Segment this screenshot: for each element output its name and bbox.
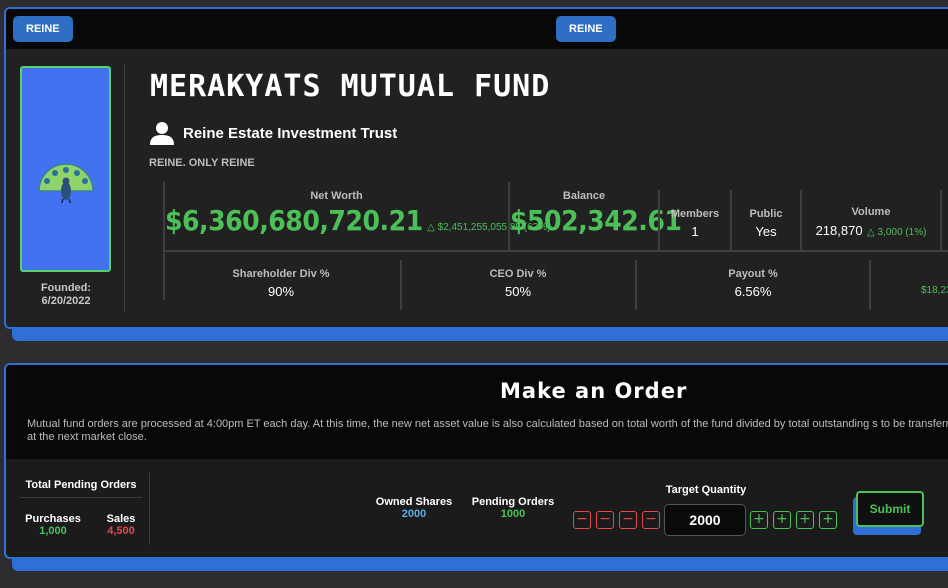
members-value: 1	[691, 224, 699, 239]
shareholder-div-stat: Shareholder Div % 90%	[165, 268, 397, 299]
payout-label: Payout %	[728, 268, 778, 280]
founded-info: Founded: 6/20/2022	[16, 282, 116, 308]
clipped-stat-value: $18,239	[921, 285, 948, 296]
order-card: Make an Order Mutual fund orders are pro…	[4, 363, 948, 559]
order-header: Make an Order Mutual fund orders are pro…	[6, 365, 948, 459]
net-worth-stat: Net Worth $6,360,680,720.21 △ $2,451,255…	[165, 190, 550, 237]
shareholder-div-label: Shareholder Div %	[232, 268, 330, 280]
decrease-1-button[interactable]: −	[642, 511, 660, 529]
divider	[940, 190, 942, 250]
pending-orders-value: 1000	[500, 508, 526, 520]
page: REINE REINE Founded: 6/20/2022 MERAKYATS…	[0, 0, 948, 588]
total-pending-orders: Total Pending Orders Purchases 1,000 Sal…	[20, 473, 150, 545]
founded-date: 6/20/2022	[41, 295, 91, 307]
public-label: Public	[749, 208, 783, 220]
balance-label: Balance	[562, 190, 606, 202]
ceo-div-value: 50%	[504, 284, 532, 299]
submit-button[interactable]: Submit	[856, 491, 924, 527]
decrease-10-button[interactable]: −	[619, 511, 637, 529]
fund-tagline: REINE. ONLY REINE	[149, 157, 255, 169]
purchases-value: 1,000	[39, 525, 67, 537]
balance-value: $502,342.61	[510, 204, 682, 237]
divider	[869, 260, 871, 310]
decrease-1000-button[interactable]: −	[573, 511, 591, 529]
volume-delta: △ 3,000 (1%)	[867, 227, 927, 238]
increase-1000-button[interactable]: +	[819, 511, 837, 529]
pending-orders-label: Pending Orders	[471, 496, 555, 508]
sales-stat: Sales 4,500	[96, 513, 146, 537]
pending-title: Total Pending Orders	[20, 479, 142, 498]
balance-stat: Balance $502,342.61	[510, 190, 682, 237]
increase-100-button[interactable]: +	[796, 511, 814, 529]
target-quantity-input[interactable]	[664, 504, 746, 536]
increase-1-button[interactable]: +	[750, 511, 768, 529]
fund-card: REINE REINE Founded: 6/20/2022 MERAKYATS…	[4, 7, 948, 329]
sales-label: Sales	[106, 513, 136, 525]
divider	[124, 63, 125, 313]
user-icon	[150, 122, 174, 145]
public-stat: Public Yes	[732, 208, 800, 239]
peacock-logo-icon	[38, 163, 94, 203]
owner-tag-left[interactable]: REINE	[13, 16, 73, 42]
members-stat: Members 1	[660, 208, 730, 239]
purchases-label: Purchases	[25, 513, 81, 525]
order-description: Mutual fund orders are processed at 4:00…	[27, 418, 948, 443]
fund-stats: Net Worth $6,360,680,720.21 △ $2,451,255…	[163, 182, 948, 310]
fund-title: MERAKYATS MUTUAL FUND	[150, 69, 551, 104]
volume-stat: Volume 218,870 △ 3,000 (1%)	[802, 206, 940, 240]
owned-shares-value: 2000	[401, 508, 427, 520]
members-label: Members	[670, 208, 720, 220]
public-value: Yes	[755, 224, 777, 239]
owned-shares-label: Owned Shares	[375, 496, 453, 508]
net-worth-label: Net Worth	[310, 190, 363, 202]
increase-10-button[interactable]: +	[773, 511, 791, 529]
purchases-stat: Purchases 1,000	[20, 513, 86, 537]
stats-row-divider	[165, 250, 948, 252]
fund-topbar: REINE REINE	[6, 9, 948, 49]
order-title: Make an Order	[500, 379, 688, 403]
ceo-div-stat: CEO Div % 50%	[402, 268, 634, 299]
payout-value: 6.56%	[734, 284, 772, 299]
founded-label: Founded:	[40, 282, 92, 294]
sales-value: 4,500	[107, 525, 135, 537]
net-worth-value: $6,360,680,720.21	[165, 204, 423, 237]
volume-value: 218,870	[815, 223, 863, 238]
volume-label: Volume	[851, 206, 891, 218]
ceo-div-label: CEO Div %	[489, 268, 547, 280]
card-underline	[12, 327, 948, 341]
owned-shares-stat: Owned Shares 2000	[374, 496, 454, 520]
shareholder-div-value: 90%	[267, 284, 295, 299]
owner-tag-center[interactable]: REINE	[556, 16, 616, 42]
decrease-100-button[interactable]: −	[596, 511, 614, 529]
card-underline	[12, 557, 948, 571]
target-quantity-label: Target Quantity	[665, 484, 747, 496]
pending-orders-stat: Pending Orders 1000	[468, 496, 558, 520]
fund-subtitle: Reine Estate Investment Trust	[183, 125, 398, 142]
payout-stat: Payout % 6.56%	[637, 268, 869, 299]
